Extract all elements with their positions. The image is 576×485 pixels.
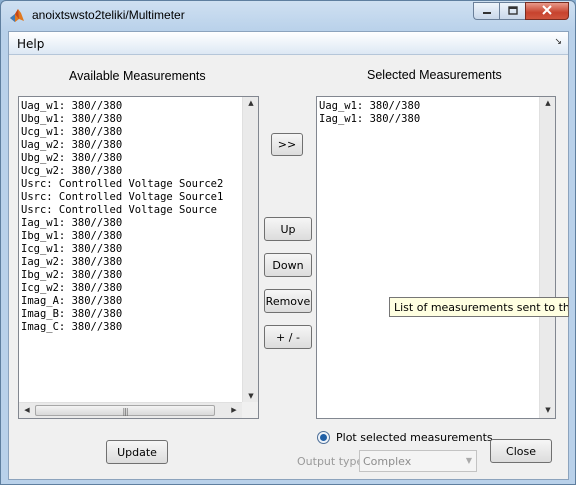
menu-toggle-icon[interactable]: ↘ [554, 37, 562, 47]
available-list-item[interactable]: Icg_w2: 380//380 [20, 282, 242, 295]
selected-title: Selected Measurements [367, 68, 502, 82]
multimeter-window: anoixtswsto2teliki/Multimeter Help ↘ Ava… [0, 0, 576, 485]
available-list-item[interactable]: Ucg_w2: 380//380 [20, 165, 242, 178]
caption-buttons [473, 2, 569, 20]
available-list-item[interactable]: Ubg_w1: 380//380 [20, 113, 242, 126]
remove-button[interactable]: Remove [264, 289, 312, 313]
dialog-client-area: Help ↘ Available Measurements Selected M… [8, 31, 569, 480]
sign-toggle-button[interactable]: + / - [264, 325, 312, 349]
available-list-item[interactable]: Icg_w1: 380//380 [20, 243, 242, 256]
up-button[interactable]: Up [264, 217, 312, 241]
selected-items: Uag_w1: 380//380 Iag_w1: 380//380 [318, 100, 539, 416]
available-list-item[interactable]: Ibg_w1: 380//380 [20, 230, 242, 243]
radio-selected-icon [320, 434, 327, 441]
available-list-item[interactable]: Ucg_w1: 380//380 [20, 126, 242, 139]
scroll-down-icon[interactable]: ▼ [540, 406, 555, 414]
close-button[interactable]: Close [490, 439, 552, 463]
available-list-item[interactable]: Usrc: Controlled Voltage Source2 [20, 178, 242, 191]
scroll-up-icon[interactable]: ▲ [243, 99, 258, 107]
available-vscroll[interactable]: ▲ ▼ [242, 97, 258, 418]
menu-help[interactable]: Help [17, 37, 44, 51]
output-type-value: Complex [363, 455, 412, 468]
available-list-item[interactable]: Imag_C: 380//380 [20, 321, 242, 334]
chevron-down-icon: ▼ [465, 456, 472, 465]
grip-icon: ||| [122, 407, 128, 416]
available-hscroll[interactable]: ◀ ||| ▶ [19, 402, 242, 418]
minimize-button[interactable] [473, 2, 499, 20]
close-window-button[interactable] [525, 2, 569, 20]
available-list-item[interactable]: Ibg_w2: 380//380 [20, 269, 242, 282]
available-title: Available Measurements [69, 69, 206, 83]
menu-bar: Help ↘ [9, 32, 568, 55]
plot-option[interactable]: Plot selected measurements [317, 431, 493, 444]
selected-list[interactable]: Uag_w1: 380//380 Iag_w1: 380//380 ▲ ▼ [316, 96, 556, 419]
scroll-right-icon[interactable]: ▶ [226, 406, 242, 414]
available-items: Uag_w1: 380//380 Ubg_w1: 380//380 Ucg_w1: … [20, 100, 242, 402]
available-list-item[interactable]: Iag_w1: 380//380 [20, 217, 242, 230]
selected-vscroll[interactable]: ▲ ▼ [539, 97, 555, 418]
close-icon [541, 4, 553, 18]
plot-radio[interactable] [317, 431, 330, 444]
window-title: anoixtswsto2teliki/Multimeter [32, 8, 185, 22]
plot-label[interactable]: Plot selected measurements [336, 431, 493, 444]
available-list-item[interactable]: Usrc: Controlled Voltage Source1 [20, 191, 242, 204]
scroll-down-icon[interactable]: ▼ [243, 392, 258, 400]
down-button[interactable]: Down [264, 253, 312, 277]
available-list-item[interactable]: Iag_w2: 380//380 [20, 256, 242, 269]
hscroll-thumb[interactable]: ||| [35, 405, 215, 416]
available-list-item[interactable]: Usrc: Controlled Voltage Source [20, 204, 242, 217]
output-type-label: Output type: [297, 455, 367, 468]
maximize-button[interactable] [499, 2, 525, 20]
selected-list-item[interactable]: Uag_w1: 380//380 [318, 100, 539, 113]
scroll-corner [242, 402, 258, 418]
available-list-item[interactable]: Uag_w2: 380//380 [20, 139, 242, 152]
scroll-left-icon[interactable]: ◀ [19, 406, 35, 414]
selected-list-item[interactable]: Iag_w1: 380//380 [318, 113, 539, 126]
available-list-item[interactable]: Ubg_w2: 380//380 [20, 152, 242, 165]
available-list-item[interactable]: Imag_A: 380//380 [20, 295, 242, 308]
available-list-item[interactable]: Uag_w1: 380//380 [20, 100, 242, 113]
maximize-icon [507, 4, 518, 18]
matlab-logo-icon [9, 8, 25, 24]
available-list[interactable]: Uag_w1: 380//380 Ubg_w1: 380//380 Ucg_w1: … [18, 96, 259, 419]
scroll-up-icon[interactable]: ▲ [540, 99, 555, 107]
title-bar[interactable]: anoixtswsto2teliki/Multimeter [1, 1, 575, 31]
tooltip: List of measurements sent to the [389, 297, 569, 317]
output-type-select[interactable]: Complex ▼ [359, 450, 477, 472]
add-measurement-button[interactable]: >> [271, 133, 303, 156]
update-button[interactable]: Update [106, 440, 168, 464]
available-list-item[interactable]: Imag_B: 380//380 [20, 308, 242, 321]
minimize-icon [482, 4, 492, 18]
